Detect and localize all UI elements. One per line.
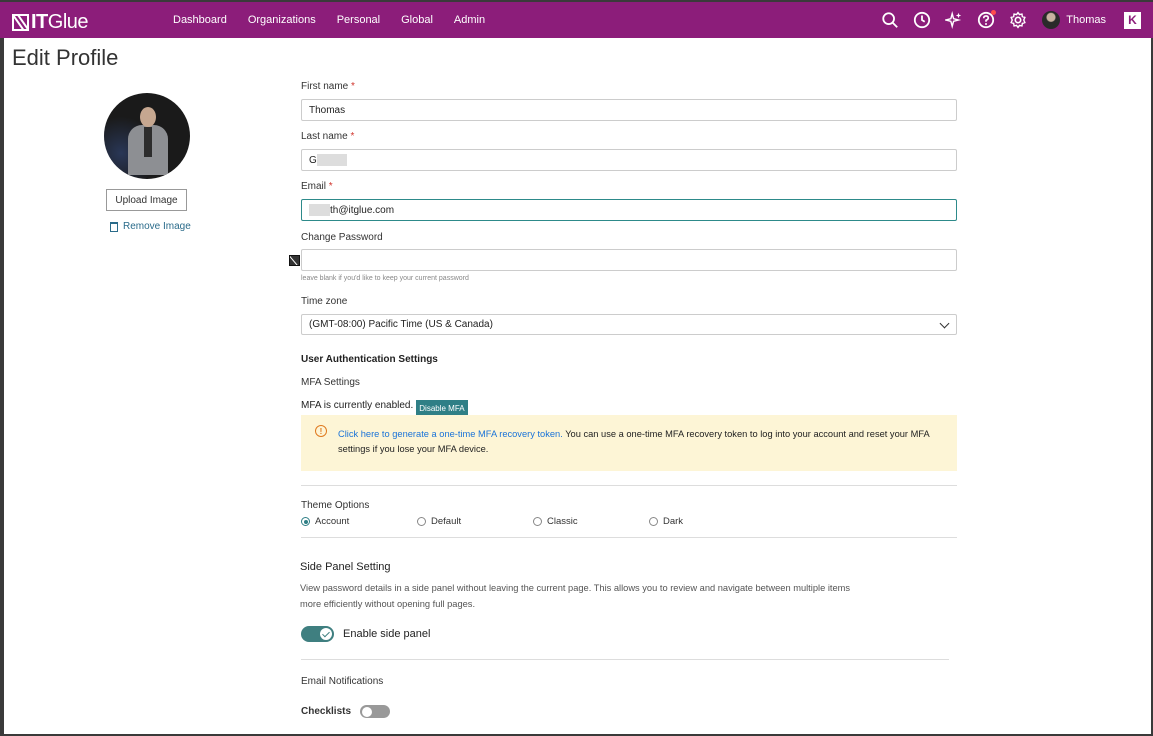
help-icon[interactable] [976, 10, 997, 30]
checklists-label: Checklists [301, 706, 352, 717]
toggle-knob-check-icon [320, 628, 332, 640]
first-name-label: First name * [301, 81, 355, 92]
mfa-status-text: MFA is currently enabled. [301, 400, 414, 411]
last-name-label: Last name * [301, 131, 354, 142]
theme-radio-group: Account Default Classic Dark [301, 516, 765, 527]
notification-dot [991, 10, 997, 15]
nav-global[interactable]: Global [401, 14, 433, 26]
email-label: Email * [301, 181, 333, 192]
redacted-block [316, 154, 347, 166]
warning-icon: ! [315, 425, 327, 437]
alert-message: Click here to generate a one-time MFA re… [338, 427, 938, 457]
first-name-input[interactable]: Thomas [301, 99, 957, 121]
email-notifications-title: Email Notifications [301, 676, 384, 687]
clock-icon[interactable] [912, 10, 932, 30]
email-input[interactable]: th@itglue.com [301, 199, 957, 221]
enable-side-panel-label: Enable side panel [343, 628, 431, 640]
change-password-input[interactable] [301, 249, 957, 271]
sparkle-icon[interactable] [944, 10, 964, 30]
gear-icon[interactable] [1008, 10, 1028, 30]
radio-unselected[interactable] [533, 517, 542, 526]
nav-admin[interactable]: Admin [454, 14, 485, 26]
upload-image-button[interactable]: Upload Image [106, 189, 187, 211]
change-password-label: Change Password [301, 232, 383, 243]
last-name-value: G [309, 154, 317, 166]
remove-image-link[interactable]: Remove Image [110, 221, 191, 232]
chevron-down-icon [939, 318, 950, 329]
search-icon[interactable] [880, 10, 900, 30]
first-name-value: Thomas [309, 104, 346, 116]
logo-it-text: IT [31, 11, 48, 33]
mfa-recovery-alert: ! Click here to generate a one-time MFA … [301, 415, 957, 471]
side-panel-description: View password details in a side panel wi… [300, 583, 851, 609]
trash-icon [110, 221, 118, 232]
password-hint: leave blank if you'd like to keep your c… [301, 275, 469, 282]
enable-side-panel-toggle[interactable] [301, 626, 334, 642]
theme-option-dark[interactable]: Dark [649, 516, 765, 527]
avatar-shirt [144, 127, 152, 157]
top-nav: IT Glue Dashboard Organizations Personal… [0, 0, 1153, 38]
recovery-token-link[interactable]: Click here to generate a one-time MFA re… [338, 429, 563, 439]
nav-links: Dashboard Organizations Personal Global … [173, 14, 506, 26]
divider [301, 485, 957, 486]
radio-selected[interactable] [301, 517, 310, 526]
theme-option-label: Account [315, 516, 350, 527]
itglue-logo[interactable]: IT Glue [12, 11, 89, 34]
toggle-knob [362, 706, 372, 717]
nav-right-tools: Thomas K [868, 2, 1153, 38]
theme-option-account[interactable]: Account [301, 516, 417, 527]
user-avatar [1042, 11, 1061, 29]
radio-unselected[interactable] [417, 517, 426, 526]
logo-mark-icon [12, 14, 29, 31]
radio-unselected[interactable] [649, 517, 658, 526]
divider [301, 537, 957, 538]
theme-option-label: Classic [547, 516, 578, 527]
user-menu[interactable]: Thomas [1042, 11, 1106, 29]
logo-glue-text: Glue [47, 11, 89, 33]
theme-option-classic[interactable]: Classic [533, 516, 649, 527]
theme-options-label: Theme Options [301, 500, 370, 511]
required-mark: * [350, 131, 355, 142]
avatar-head [140, 107, 156, 127]
auth-section-title: User Authentication Settings [301, 354, 438, 365]
profile-avatar [104, 93, 190, 179]
nav-personal[interactable]: Personal [337, 14, 380, 26]
email-value: th@itglue.com [330, 204, 395, 216]
timezone-value: (GMT-08:00) Pacific Time (US & Canada) [309, 319, 493, 330]
mfa-status: MFA is currently enabled. Disable MFA [301, 394, 468, 417]
timezone-select[interactable]: (GMT-08:00) Pacific Time (US & Canada) [301, 314, 957, 335]
divider [301, 659, 949, 660]
remove-image-label: Remove Image [123, 221, 191, 232]
required-mark: * [328, 181, 333, 192]
last-name-label-text: Last name [301, 131, 348, 142]
password-manager-icon[interactable] [289, 255, 300, 266]
kaseya-k-icon[interactable]: K [1124, 11, 1141, 29]
page-title: Edit Profile [12, 45, 119, 70]
redacted-block [309, 204, 330, 216]
timezone-label: Time zone [301, 296, 348, 307]
user-name: Thomas [1066, 14, 1106, 26]
theme-option-label: Default [431, 516, 462, 527]
last-name-input[interactable]: G [301, 149, 957, 171]
checklists-toggle[interactable] [360, 705, 390, 718]
nav-dashboard[interactable]: Dashboard [173, 14, 227, 26]
theme-option-label: Dark [663, 516, 684, 527]
email-label-text: Email [301, 181, 327, 192]
mfa-settings-label: MFA Settings [301, 377, 360, 388]
first-name-label-text: First name [301, 81, 349, 92]
nav-organizations[interactable]: Organizations [248, 14, 316, 26]
side-panel-title: Side Panel Setting [300, 561, 391, 573]
theme-option-default[interactable]: Default [417, 516, 533, 527]
required-mark: * [351, 81, 355, 92]
